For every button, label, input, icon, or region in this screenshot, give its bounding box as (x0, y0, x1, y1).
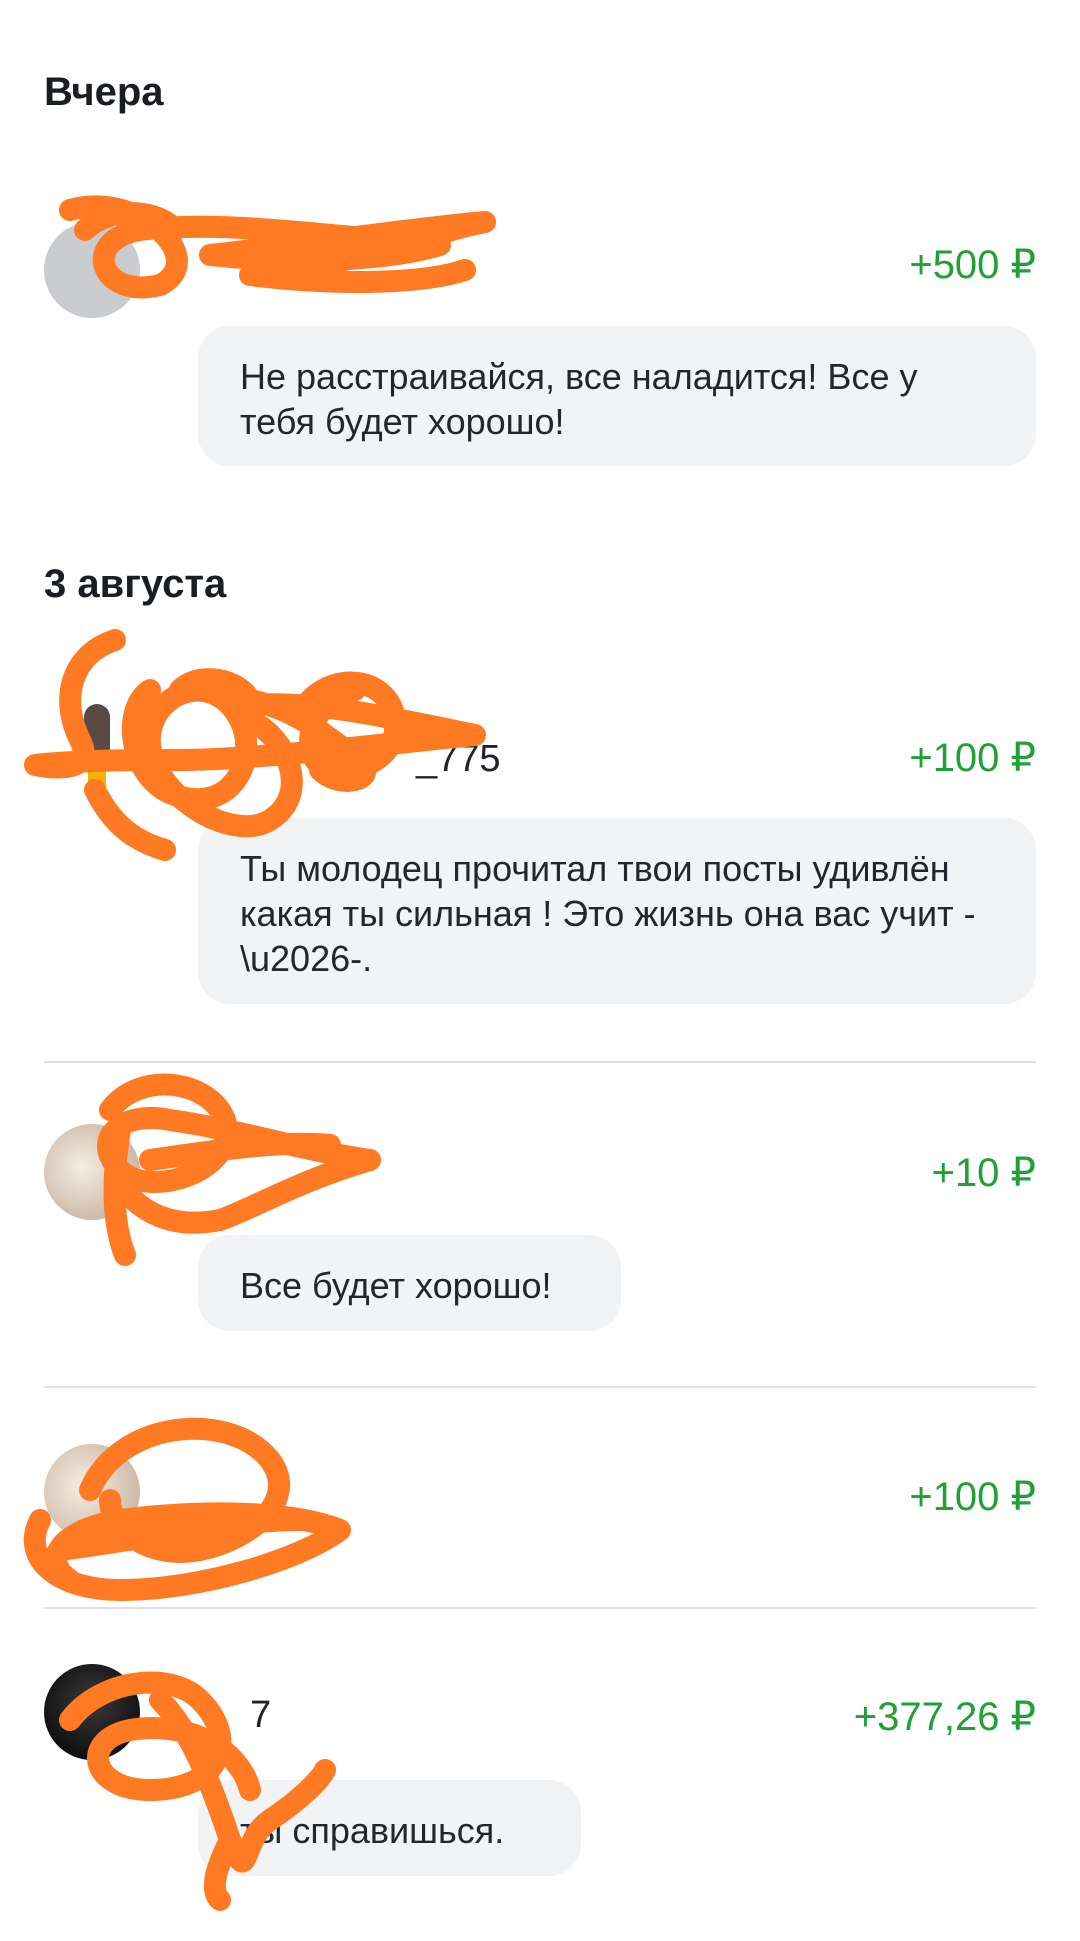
divider (44, 1607, 1036, 1609)
message-bubble: ты справишься. (198, 1780, 581, 1876)
message-bubble: Не расстраивайся, все наладится! Все у т… (198, 326, 1036, 466)
divider (44, 1386, 1036, 1388)
avatar[interactable] (54, 704, 134, 814)
section-title-aug-3: 3 августа (44, 562, 227, 606)
message-bubble: Все будет хорошо! (198, 1235, 621, 1331)
amount: +10 ₽ (931, 1151, 1036, 1195)
amount: +100 ₽ (909, 736, 1036, 780)
section-title-yesterday: Вчера (44, 70, 164, 114)
amount: +500 ₽ (909, 243, 1036, 287)
rocket-flame-icon (88, 758, 106, 798)
avatar[interactable] (44, 1124, 140, 1220)
divider (44, 1061, 1036, 1063)
amount: +100 ₽ (909, 1475, 1036, 1519)
sender-name[interactable]: 7 (250, 1694, 271, 1737)
rocket-icon (84, 704, 110, 758)
avatar[interactable] (44, 1664, 140, 1760)
sender-name[interactable]: _775 (416, 738, 501, 781)
amount: +377,26 ₽ (853, 1695, 1036, 1739)
avatar[interactable] (44, 222, 140, 318)
message-bubble: Ты молодец прочитал твои посты удивлён к… (198, 818, 1036, 1004)
avatar[interactable] (44, 1444, 140, 1540)
